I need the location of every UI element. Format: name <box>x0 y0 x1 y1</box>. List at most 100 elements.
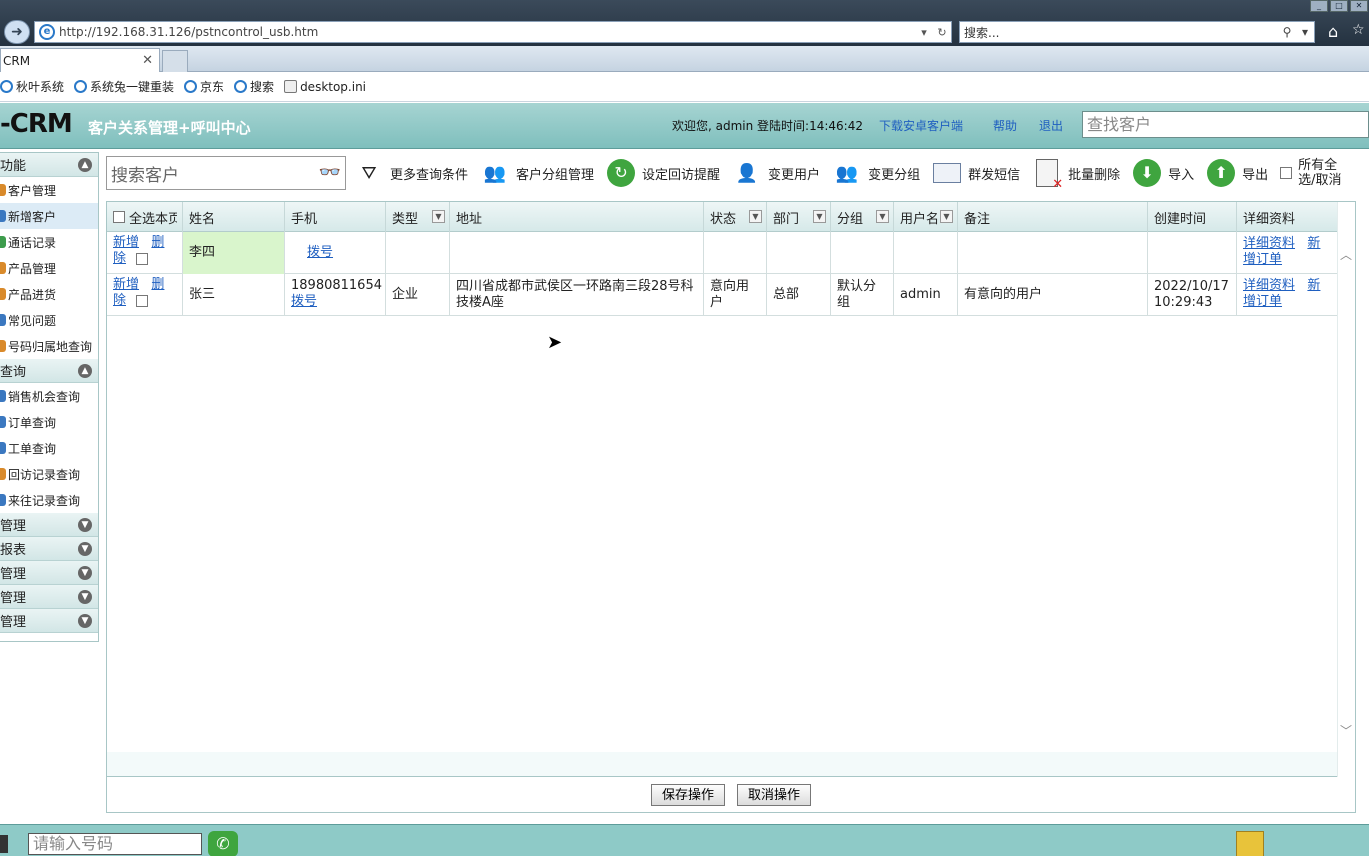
phone-number[interactable]: 18980811654 <box>291 278 382 293</box>
dial-link[interactable]: 拨号 <box>291 294 317 309</box>
collapse-icon[interactable]: ▲ <box>78 363 92 378</box>
send-sms-button[interactable]: 群发短信 <box>932 158 1020 188</box>
sidebar-group-manage-2[interactable]: 管理 ▼ <box>0 561 98 585</box>
minimize-icon[interactable]: _ <box>1310 0 1328 12</box>
star-icon[interactable]: ☆ <box>1352 22 1365 38</box>
scroll-down-icon[interactable]: ﹀ <box>1340 722 1352 739</box>
panel-handle[interactable] <box>0 835 8 853</box>
sidebar-item-visit-query[interactable]: 回访记录查询 <box>0 461 98 487</box>
sort-icon[interactable]: ▼ <box>940 210 953 223</box>
new-tab-button[interactable] <box>162 50 188 72</box>
sidebar-item-product-stock[interactable]: 产品进货 <box>0 281 98 307</box>
change-group-button[interactable]: 👥 变更分组 <box>832 158 920 188</box>
sidebar-group-query[interactable]: 查询 ▲ <box>0 359 98 383</box>
cancel-button[interactable]: 取消操作 <box>737 783 812 806</box>
cell-address[interactable] <box>450 232 704 274</box>
expand-icon[interactable]: ▼ <box>78 541 92 556</box>
favorite-item[interactable]: 秋叶系统 <box>0 78 64 95</box>
close-window-icon[interactable]: ✕ <box>1350 0 1368 12</box>
sidebar-item-contact-query[interactable]: 来往记录查询 <box>0 487 98 513</box>
header-detail[interactable]: 详细资料 <box>1237 202 1339 232</box>
cell-type[interactable]: 企业 <box>386 274 450 316</box>
detail-link[interactable]: 详细资料 <box>1243 236 1295 251</box>
sidebar-group-functions[interactable]: 功能 ▲ <box>0 153 98 177</box>
help-link[interactable]: 帮助 <box>993 117 1017 134</box>
home-icon[interactable]: ⌂ <box>1328 22 1338 41</box>
cell-username[interactable]: admin <box>894 274 958 316</box>
sidebar-item-number-location[interactable]: 号码归属地查询 <box>0 333 98 359</box>
cell-address[interactable]: 四川省成都市武侯区一环路南三段28号科技楼A座 <box>450 274 704 316</box>
cell-type[interactable] <box>386 232 450 274</box>
header-dept[interactable]: 部门 ▼ <box>767 202 831 232</box>
cell-note[interactable]: 有意向的用户 <box>958 274 1148 316</box>
favorite-item[interactable]: 系统兔一键重装 <box>74 78 174 95</box>
calculator-icon[interactable] <box>1236 831 1264 856</box>
add-row-link[interactable]: 新增 <box>113 277 139 292</box>
cell-group[interactable]: 默认分组 <box>831 274 894 316</box>
batch-delete-button[interactable]: 批量删除 <box>1032 158 1120 192</box>
cell-status[interactable] <box>704 232 767 274</box>
binoculars-icon[interactable]: 👓 <box>315 162 345 184</box>
cell-username[interactable] <box>894 232 958 274</box>
sidebar-item-order-query[interactable]: 订单查询 <box>0 409 98 435</box>
header-type[interactable]: 类型 ▼ <box>386 202 450 232</box>
dial-link[interactable]: 拨号 <box>307 245 333 261</box>
sidebar-group-manage-1[interactable]: 管理 ▼ <box>0 513 98 537</box>
address-bar[interactable]: e http://192.168.31.126/pstncontrol_usb.… <box>34 21 952 43</box>
sidebar-item-product-manage[interactable]: 产品管理 <box>0 255 98 281</box>
sort-icon[interactable]: ▼ <box>749 210 762 223</box>
forward-button[interactable]: ➜ <box>4 20 30 44</box>
refresh-icon[interactable]: ↻ <box>933 26 951 39</box>
search-icon[interactable]: ⚲ <box>1278 25 1296 39</box>
export-button[interactable]: ⬆ 导出 <box>1206 158 1268 188</box>
phone-icon[interactable]: ✆ <box>208 831 238 856</box>
row-checkbox[interactable] <box>136 294 149 307</box>
logout-link[interactable]: 退出 <box>1039 117 1063 134</box>
vertical-scrollbar[interactable]: ︿ ﹀ <box>1337 202 1355 778</box>
sidebar-item-faq[interactable]: 常见问题 <box>0 307 98 333</box>
sidebar-item-call-records[interactable]: 通话记录 <box>0 229 98 255</box>
sort-icon[interactable]: ▼ <box>813 210 826 223</box>
row-checkbox[interactable] <box>136 252 149 265</box>
header-name[interactable]: 姓名 <box>183 202 285 232</box>
scroll-up-icon[interactable]: ︿ <box>1340 246 1352 263</box>
sort-icon[interactable]: ▼ <box>876 210 889 223</box>
set-reminder-button[interactable]: ↻ 设定回访提醒 <box>606 158 720 188</box>
header-status[interactable]: 状态 ▼ <box>704 202 767 232</box>
sidebar-item-add-customer[interactable]: 新增客户 <box>0 203 98 229</box>
expand-icon[interactable]: ▼ <box>78 565 92 580</box>
cell-status[interactable]: 意向用户 <box>704 274 767 316</box>
phone-number-input[interactable]: 请输入号码 <box>28 833 202 855</box>
header-note[interactable]: 备注 <box>958 202 1148 232</box>
header-group[interactable]: 分组 ▼ <box>831 202 894 232</box>
cell-dept[interactable]: 总部 <box>767 274 831 316</box>
header-select-page[interactable]: 全选本页 <box>107 202 183 232</box>
sidebar-group-report[interactable]: 报表 ▼ <box>0 537 98 561</box>
sort-icon[interactable]: ▼ <box>432 210 445 223</box>
chevron-down-icon[interactable]: ▾ <box>1296 25 1314 39</box>
sidebar-item-ticket-query[interactable]: 工单查询 <box>0 435 98 461</box>
header-created[interactable]: 创建时间 <box>1148 202 1237 232</box>
header-username[interactable]: 用户名 ▼ <box>894 202 958 232</box>
cell-group[interactable] <box>831 232 894 274</box>
header-phone[interactable]: 手机 <box>285 202 386 232</box>
sidebar-item-customer-manage[interactable]: 客户管理 <box>0 177 98 203</box>
cell-note[interactable] <box>958 232 1148 274</box>
favorite-item[interactable]: 搜索 <box>234 78 274 95</box>
search-customer-input[interactable]: 搜索客户 👓 <box>106 156 346 190</box>
select-page-checkbox[interactable] <box>113 211 125 223</box>
detail-link[interactable]: 详细资料 <box>1243 278 1295 293</box>
maximize-icon[interactable]: □ <box>1330 0 1348 12</box>
download-android-link[interactable]: 下载安卓客户端 <box>879 117 963 134</box>
expand-icon[interactable]: ▼ <box>78 613 92 628</box>
sidebar-group-manage-3[interactable]: 管理 ▼ <box>0 585 98 609</box>
favorite-item[interactable]: 京东 <box>184 78 224 95</box>
browser-search-box[interactable]: 搜索... ⚲ ▾ <box>959 21 1315 43</box>
sidebar-group-manage-4[interactable]: 管理 ▼ <box>0 609 98 633</box>
sidebar-item-sales-query[interactable]: 销售机会查询 <box>0 383 98 409</box>
address-text[interactable]: http://192.168.31.126/pstncontrol_usb.ht… <box>59 25 915 39</box>
cell-name[interactable]: 张三 <box>183 274 285 316</box>
more-query-button[interactable]: ⛛ 更多查询条件 <box>354 158 468 188</box>
expand-icon[interactable]: ▼ <box>78 517 92 532</box>
select-all-toggle[interactable]: 所有全选/取消 <box>1280 158 1346 188</box>
